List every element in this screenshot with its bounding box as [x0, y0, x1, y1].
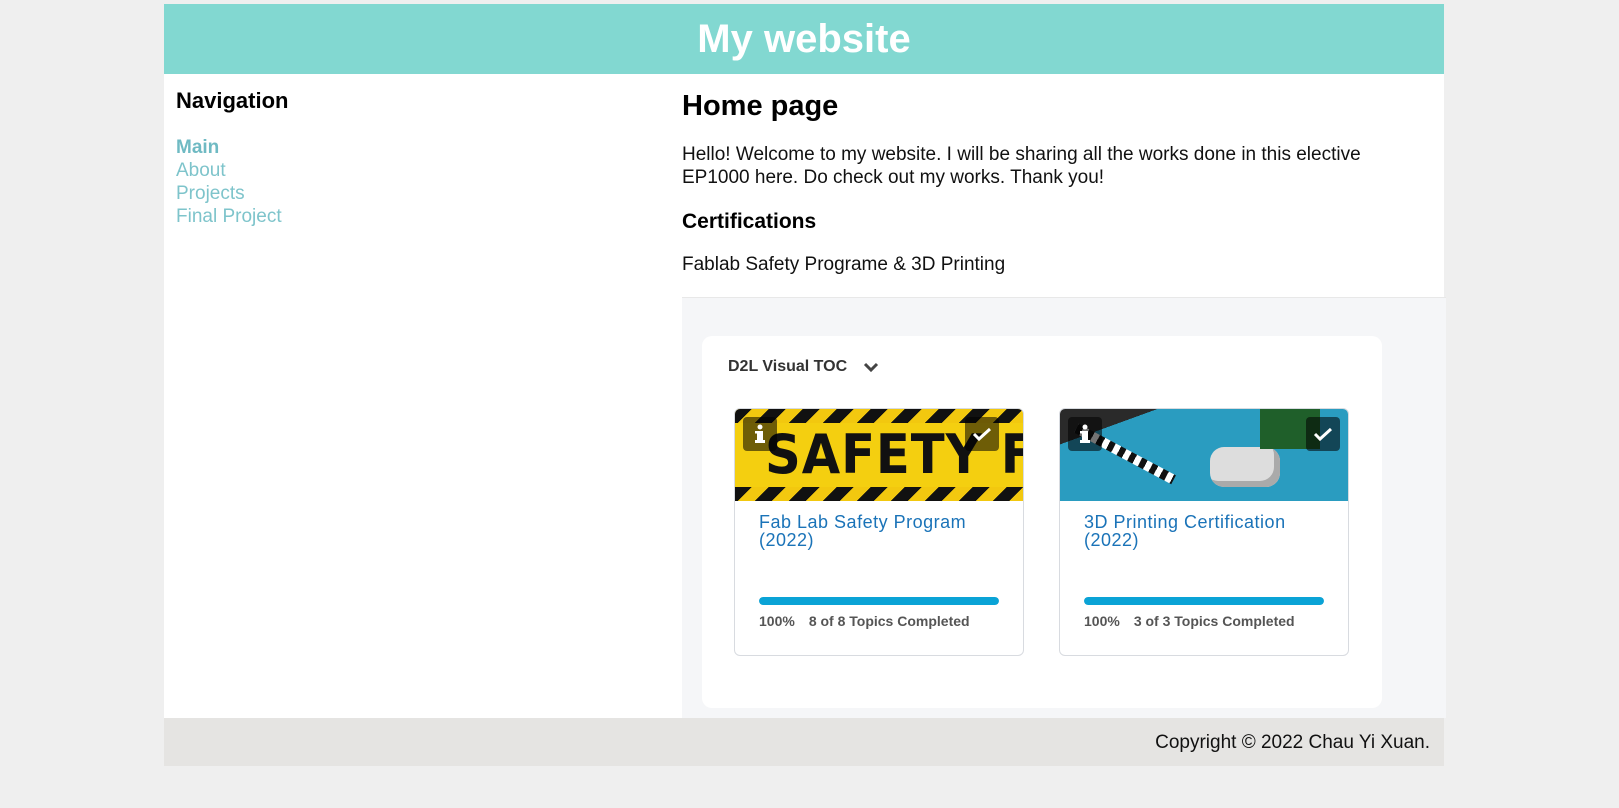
info-icon[interactable]: [743, 417, 777, 451]
site-header: My website: [164, 4, 1444, 74]
site-title: My website: [697, 17, 911, 61]
card-title[interactable]: 3D Printing Certification (2022): [1084, 513, 1334, 549]
site-footer: Copyright © 2022 Chau Yi Xuan.: [164, 718, 1444, 766]
d2l-embed: D2L Visual TOC SAFETY FI Fab: [682, 297, 1446, 718]
nav-link-about[interactable]: About: [176, 159, 288, 182]
page-container: My website Navigation Main About Project…: [164, 4, 1446, 766]
topics-completed: 8 of 8 Topics Completed: [808, 613, 970, 629]
main-content: Home page Hello! Welcome to my website. …: [682, 88, 1422, 276]
progress-percent: 100%: [1084, 613, 1120, 629]
page-title: Home page: [682, 90, 839, 122]
nav-link-final-project[interactable]: Final Project: [176, 205, 288, 228]
checkmark-icon: [965, 417, 999, 451]
card-image-safety: SAFETY FI: [735, 409, 1023, 501]
progress-fill: [1084, 597, 1324, 605]
progress-percent: 100%: [759, 613, 795, 629]
certifications-text: Fablab Safety Programe & 3D Printing: [682, 254, 1006, 275]
nav-link-main[interactable]: Main: [176, 136, 288, 159]
printed-object: [1210, 447, 1280, 487]
toc-title: D2L Visual TOC: [728, 358, 848, 375]
hazard-stripe-bottom: [735, 487, 1023, 501]
copyright-text: Copyright © 2022 Chau Yi Xuan.: [1155, 732, 1430, 753]
progress-bar: [759, 597, 999, 605]
course-card-safety[interactable]: SAFETY FI Fab Lab Safety Program (2022) …: [734, 408, 1024, 656]
course-card-3d-printing[interactable]: 3D Printing Certification (2022) 100% 3 o…: [1059, 408, 1349, 656]
nav-link-projects[interactable]: Projects: [176, 182, 288, 205]
certifications-heading: Certifications: [682, 210, 817, 233]
toc-header[interactable]: D2L Visual TOC: [728, 358, 879, 376]
navigation-sidebar: Navigation Main About Projects Final Pro…: [176, 88, 288, 228]
card-title[interactable]: Fab Lab Safety Program (2022): [759, 513, 1009, 549]
progress-status: 100% 3 of 3 Topics Completed: [1084, 613, 1295, 629]
chevron-down-icon[interactable]: [863, 361, 879, 373]
visual-toc-panel: D2L Visual TOC SAFETY FI Fab: [702, 336, 1382, 708]
nav-title: Navigation: [176, 88, 289, 113]
info-icon[interactable]: [1068, 417, 1102, 451]
progress-status: 100% 8 of 8 Topics Completed: [759, 613, 970, 629]
topics-completed: 3 of 3 Topics Completed: [1133, 613, 1295, 629]
progress-bar: [1084, 597, 1324, 605]
card-image-3d-printer: [1060, 409, 1348, 501]
progress-fill: [759, 597, 999, 605]
intro-text: Hello! Welcome to my website. I will be …: [682, 144, 1361, 188]
checkmark-icon: [1306, 417, 1340, 451]
